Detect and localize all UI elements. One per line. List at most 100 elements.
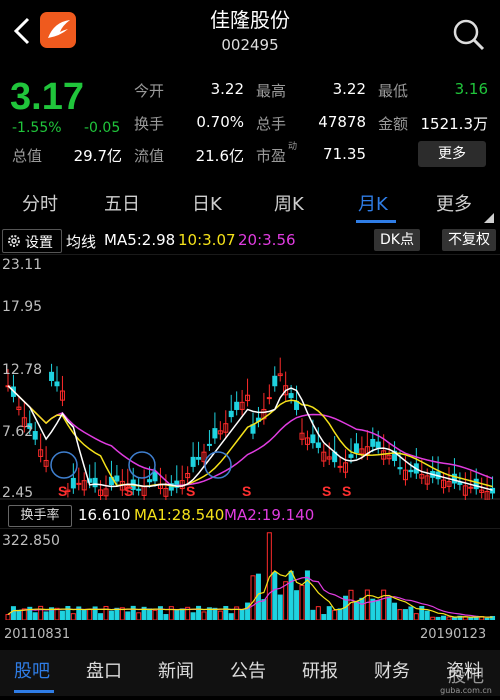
- ma5-value: MA5:2.98: [104, 231, 176, 249]
- volume-bar: [408, 606, 414, 620]
- stat-label-float-value: 流值: [134, 147, 165, 165]
- candle-body: [408, 469, 414, 473]
- price-axis-label: 23.11: [2, 257, 43, 273]
- volume-bar: [283, 581, 289, 620]
- stat-value-volume: 47878: [318, 113, 366, 131]
- candle-body: [147, 479, 153, 483]
- volume-bar: [174, 609, 180, 620]
- volume-bar: [152, 609, 158, 620]
- volume-bar: [261, 599, 267, 620]
- volume-bar: [65, 605, 71, 620]
- stat-value-turnover: 0.70%: [196, 113, 244, 131]
- volume-chart[interactable]: [0, 528, 500, 620]
- volume-bar: [446, 616, 452, 620]
- stat-value-amount: 1521.3万: [420, 115, 489, 133]
- volume-bar: [337, 608, 343, 620]
- volume-bar: [364, 589, 370, 620]
- tab-more[interactable]: 更多: [436, 190, 472, 216]
- candle-body: [152, 471, 158, 482]
- volume-bar: [179, 608, 185, 620]
- sell-signal-marker[interactable]: S: [58, 483, 67, 499]
- date-end: 20190123: [420, 627, 487, 642]
- sell-signal-marker[interactable]: S: [342, 483, 351, 499]
- volume-bar: [348, 589, 354, 620]
- nav-research[interactable]: 研报: [302, 657, 338, 683]
- volume-bar: [451, 617, 457, 620]
- tab-five-day[interactable]: 五日: [104, 190, 140, 216]
- volume-bar: [402, 609, 408, 620]
- volume-bar: [332, 609, 338, 620]
- tab-daily-k[interactable]: 日K: [192, 190, 222, 216]
- kline-chart[interactable]: SSSSSS: [0, 254, 500, 500]
- stat-value-total-value: 29.7亿: [73, 147, 122, 165]
- dk-point-icon[interactable]: [128, 451, 156, 479]
- tab-intraday[interactable]: 分时: [22, 190, 58, 216]
- volume-bar: [59, 610, 65, 620]
- volume-bar: [435, 616, 441, 620]
- stat-value-pe: 71.35: [323, 145, 366, 163]
- candle-body: [92, 477, 98, 488]
- search-icon[interactable]: [452, 18, 486, 52]
- nav-news[interactable]: 新闻: [158, 657, 194, 683]
- volume-bar: [250, 575, 256, 620]
- tab-monthly-k[interactable]: 月K: [358, 190, 388, 216]
- volume-bar: [5, 614, 11, 620]
- volume-bar: [201, 611, 207, 620]
- volume-bar: [375, 600, 381, 620]
- svg-text:股吧: 股吧: [448, 666, 484, 687]
- candle-body: [54, 381, 60, 387]
- volume-bar: [163, 614, 169, 620]
- price-axis-label: 12.78: [2, 362, 43, 378]
- nav-guba[interactable]: 股吧: [14, 657, 50, 683]
- volume-bar: [484, 617, 490, 620]
- candle-body: [468, 486, 474, 489]
- volume-bar: [32, 612, 38, 620]
- adjust-mode-button[interactable]: 不复权: [442, 229, 496, 251]
- candle-body: [49, 371, 55, 381]
- volume-bar: [239, 609, 245, 620]
- volume-bar: [288, 570, 294, 620]
- volume-bar: [326, 606, 332, 620]
- volume-bar: [424, 610, 430, 620]
- stat-label-low: 最低: [378, 82, 409, 100]
- sell-signal-marker[interactable]: S: [322, 483, 331, 499]
- tab-weekly-k[interactable]: 周K: [274, 190, 304, 216]
- sell-signal-marker[interactable]: S: [186, 483, 195, 499]
- stat-value-low: 3.16: [454, 80, 488, 98]
- candle-body: [206, 443, 212, 446]
- volume-bar: [321, 614, 327, 620]
- volume-bar: [147, 608, 153, 620]
- volume-bar: [392, 602, 398, 620]
- volume-bar: [16, 609, 22, 620]
- ma10-value: 10:3.07: [178, 231, 236, 249]
- volume-bar: [413, 613, 419, 620]
- volume-bar: [125, 611, 131, 620]
- sell-signal-marker[interactable]: S: [242, 483, 251, 499]
- volume-bar: [217, 610, 223, 620]
- nav-finance[interactable]: 财务: [374, 657, 410, 683]
- settings-label: 设置: [25, 235, 53, 251]
- dk-points-button[interactable]: DK点: [374, 229, 420, 251]
- volume-bar: [468, 617, 474, 620]
- volume-bar: [114, 607, 120, 620]
- indicator-select-button[interactable]: 换手率: [8, 505, 72, 527]
- nav-announcements[interactable]: 公告: [230, 657, 266, 683]
- chart-settings-button[interactable]: 设置: [2, 229, 62, 253]
- stat-value-float-value: 21.6亿: [195, 147, 244, 165]
- nav-orderbook[interactable]: 盘口: [86, 657, 122, 683]
- volume-bar: [10, 606, 16, 620]
- volume-bar: [136, 612, 142, 620]
- candle-body: [348, 454, 354, 458]
- volume-bar: [430, 616, 436, 620]
- volume-bar: [353, 601, 359, 620]
- volume-bar: [103, 605, 109, 620]
- ma20-value: 20:3.56: [238, 231, 296, 249]
- volume-bar: [441, 615, 447, 620]
- candle-body: [234, 401, 240, 410]
- more-quote-button[interactable]: 更多: [418, 141, 486, 167]
- volume-bar: [359, 597, 365, 620]
- candle-body: [375, 441, 381, 449]
- sell-signal-marker[interactable]: S: [124, 483, 133, 499]
- volume-bar: [299, 584, 305, 620]
- active-tab-indicator: [356, 220, 396, 223]
